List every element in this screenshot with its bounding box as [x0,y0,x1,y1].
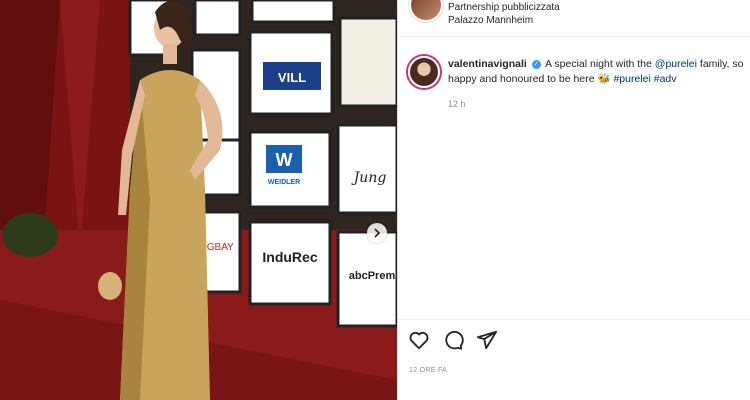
post-side-panel: Partnership pubblicizzata Palazzo Mannhe… [397,0,750,400]
svg-text:Jung: Jung [351,170,387,186]
caption-line2: happy and honoured to be here 🐝 [448,73,611,85]
svg-text:InduRec: InduRec [262,249,317,265]
action-bar [408,329,498,351]
username-link[interactable]: valentinavignali [448,58,527,70]
post-header: Partnership pubblicizzata Palazzo Mannhe… [398,0,750,30]
svg-text:VILL: VILL [278,70,306,85]
svg-text:W: W [276,150,293,170]
post-timestamp: 12 ORE FA [409,367,448,374]
caption-line1: A special night with the [545,58,652,70]
caption-line1-end: family, so [699,58,744,70]
avatar[interactable] [409,0,443,22]
chevron-right-icon [374,228,381,238]
mention-link[interactable]: @purelei [655,58,697,70]
svg-text:abcPrem: abcPrem [349,270,396,282]
divider [398,36,750,37]
instagram-post: VILL W WEIDLER Jung GIGBAY InduRec abcPr… [0,0,750,400]
comment-icon[interactable] [442,329,464,351]
hashtag-link-1[interactable]: #purelei [613,73,650,85]
partnership-label[interactable]: Partnership pubblicizzata [448,2,560,13]
svg-text:WEIDLER: WEIDLER [268,179,300,186]
share-icon[interactable] [476,329,498,351]
verified-badge-icon: ✓ [531,59,541,69]
location-link[interactable]: Palazzo Mannheim [448,15,533,26]
next-photo-button[interactable] [367,223,387,243]
hashtag-link-2[interactable]: #adv [654,73,677,85]
caption-text: valentinavignali ✓ A special night with … [448,57,750,87]
heart-icon[interactable] [408,329,430,351]
caption-time: 12 h [448,99,466,109]
photo-illustration: VILL W WEIDLER Jung GIGBAY InduRec abcPr… [0,0,397,400]
post-photo[interactable]: VILL W WEIDLER Jung GIGBAY InduRec abcPr… [0,0,397,400]
caption-avatar[interactable] [408,56,440,88]
divider [398,319,750,320]
